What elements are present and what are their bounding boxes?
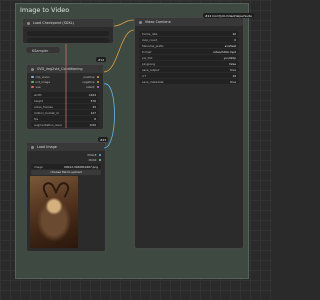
node-title: Load Checkpoint (SDXL)	[33, 21, 74, 25]
collapsed-node-label: KSampler	[32, 49, 49, 53]
crf-widget[interactable]: crf 19	[139, 73, 239, 78]
height-widget[interactable]: height 576	[31, 98, 99, 103]
width-widget[interactable]: width 1024	[31, 92, 99, 97]
collapse-dot-icon[interactable]	[139, 20, 142, 24]
ckpt-widget[interactable]	[27, 31, 109, 36]
node-title-bar[interactable]: Load Checkpoint (SDXL)	[23, 19, 113, 27]
node-id-badge: #24 ComfyUI-VideoHelperSuite	[203, 13, 254, 18]
node-title-bar[interactable]: Load Image	[27, 143, 105, 151]
output-slot-image[interactable]: IMAGE	[87, 153, 101, 157]
filename-prefix-widget[interactable]: filename_prefix svd/test	[139, 43, 239, 48]
augmentation-widget[interactable]: augmentation_level 0.00	[31, 122, 99, 127]
collapsed-node[interactable]: KSampler	[25, 46, 61, 54]
node-title-bar[interactable]: Video Combine	[135, 18, 243, 26]
format-widget[interactable]: format video/h264-mp4	[139, 49, 239, 54]
output-slot[interactable]: negative	[82, 80, 99, 84]
input-slot[interactable]: clip_vision	[31, 75, 50, 79]
loop-count-widget[interactable]: loop_count 0	[139, 37, 239, 42]
node-title-bar[interactable]: SVD_img2vid_Conditioning	[27, 65, 103, 73]
save-metadata-widget[interactable]: save_metadata true	[139, 79, 239, 84]
node-id-badge: #23	[98, 137, 109, 142]
collapse-dot-icon[interactable]	[27, 21, 30, 25]
input-slot[interactable]: init_image	[31, 80, 50, 84]
input-slot[interactable]: vae	[31, 85, 41, 89]
motion-bucket-widget[interactable]: motion_bucket_id 127	[31, 110, 99, 115]
pingpong-widget[interactable]: pingpong false	[139, 61, 239, 66]
node-id-badge: #12	[96, 57, 107, 62]
preview-detail	[40, 180, 58, 198]
collapse-dot-icon[interactable]	[31, 67, 34, 71]
group-title: Image to Video	[20, 6, 70, 14]
output-slot[interactable]: positive	[84, 75, 99, 79]
node-title: Load Image	[37, 145, 57, 149]
video-combine-node[interactable]: Video Combine frame_rate 10 loop_count 0 f…	[134, 17, 244, 249]
output-slot-mask[interactable]: MASK	[89, 158, 101, 162]
preview-detail	[54, 180, 72, 198]
image-select[interactable]: image 00012-3040810467.png	[31, 164, 101, 169]
node-title: Video Combine	[145, 20, 171, 24]
save-output-widget[interactable]: save_output true	[139, 67, 239, 72]
output-slot[interactable]: latent	[86, 85, 99, 89]
fps-widget[interactable]: fps 6	[31, 116, 99, 121]
frame-rate-widget[interactable]: frame_rate 10	[139, 31, 239, 36]
video-frames-widget[interactable]: video_frames 25	[31, 104, 99, 109]
image-preview	[30, 176, 78, 248]
node-title: SVD_img2vid_Conditioning	[37, 67, 83, 71]
pix-fmt-widget[interactable]: pix_fmt yuv420p	[139, 55, 239, 60]
collapse-dot-icon[interactable]	[31, 145, 34, 149]
load-checkpoint-node[interactable]: Load Checkpoint (SDXL)	[22, 18, 114, 44]
svd-conditioning-node[interactable]: SVD_img2vid_Conditioning clip_vision ini…	[26, 64, 104, 130]
upload-button[interactable]: choose file to upload	[31, 170, 101, 175]
ckpt-widget-2[interactable]	[27, 38, 109, 43]
